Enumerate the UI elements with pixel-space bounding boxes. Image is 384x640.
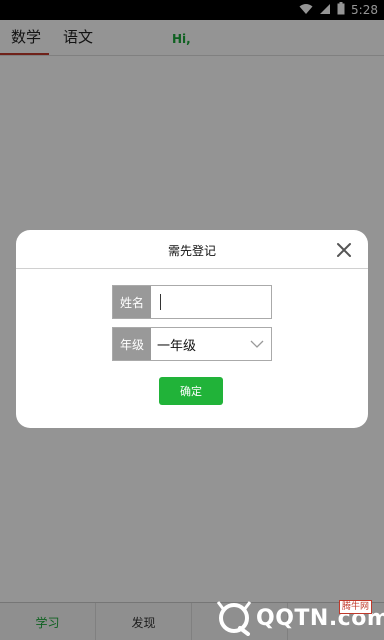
- watermark: QQTN.com 腾牛网: [212, 596, 384, 640]
- watermark-logo-icon: [216, 600, 252, 636]
- name-field: 姓名: [112, 285, 272, 319]
- chevron-down-icon: [249, 336, 265, 352]
- close-icon[interactable]: [334, 240, 354, 260]
- text-cursor: [160, 294, 161, 310]
- register-dialog: 需先登记 姓名 年级 一年级 确定: [16, 230, 368, 428]
- name-label: 姓名: [113, 286, 151, 318]
- name-input[interactable]: [153, 287, 269, 317]
- grade-label: 年级: [113, 328, 151, 360]
- dialog-divider: [16, 268, 368, 269]
- grade-select[interactable]: 年级 一年级: [112, 327, 272, 361]
- grade-value: 一年级: [157, 339, 197, 354]
- watermark-badge: 腾牛网: [338, 600, 372, 614]
- dialog-title: 需先登记: [167, 244, 216, 258]
- confirm-button[interactable]: 确定: [159, 377, 223, 405]
